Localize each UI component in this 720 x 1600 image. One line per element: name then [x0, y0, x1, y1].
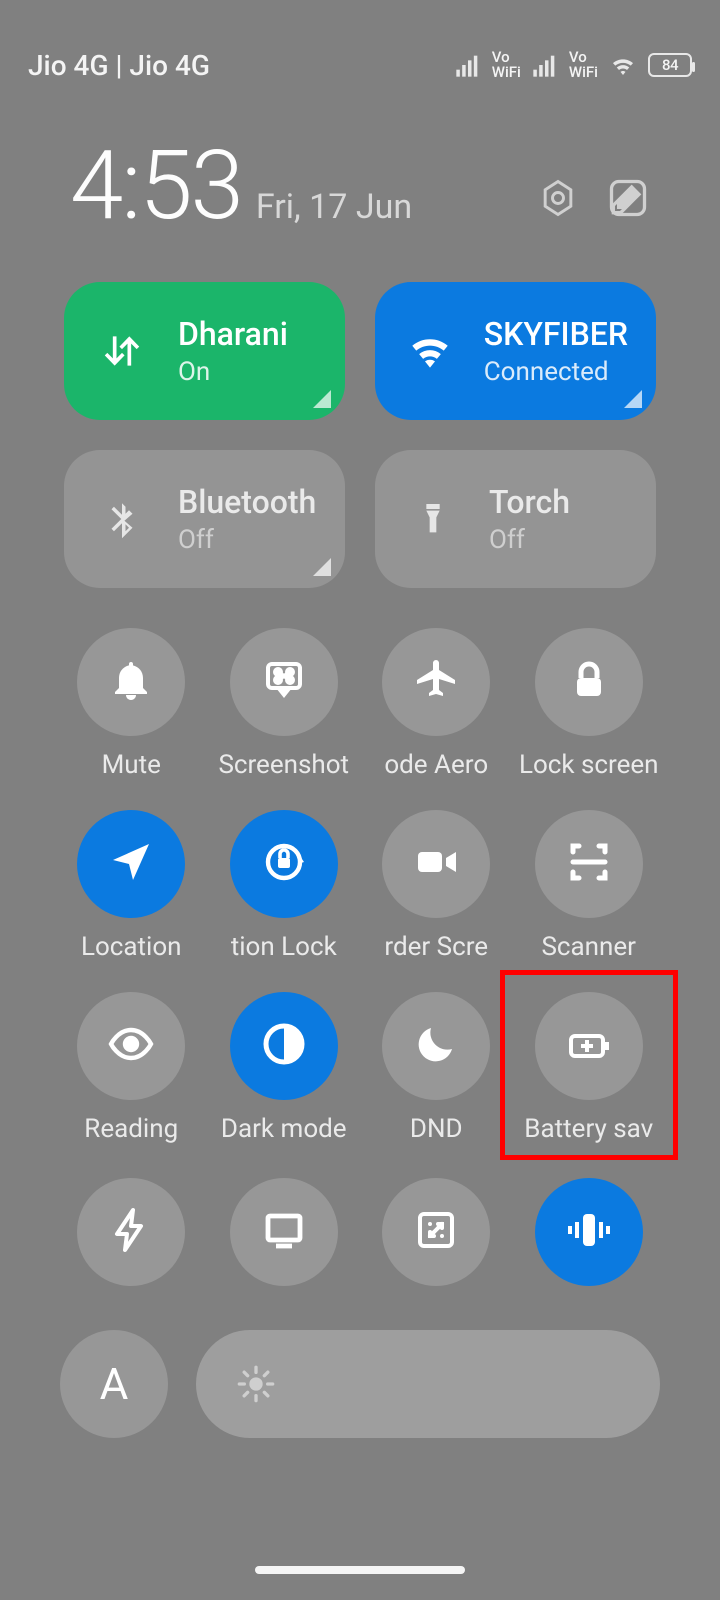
toggle-item-bell: Mute: [60, 628, 203, 780]
expand-indicator: [313, 558, 331, 576]
toggle-item-scanner: Scanner: [518, 810, 661, 962]
clock-time: 4:53: [70, 130, 242, 242]
toggle-bell[interactable]: [77, 628, 185, 736]
toggle-item-airplane: ode Aero: [365, 628, 508, 780]
toggle-label: Mute: [102, 750, 161, 780]
toggle-rotation[interactable]: [230, 810, 338, 918]
settings-icon[interactable]: [536, 176, 580, 224]
toggle-item-screenshot: Screenshot: [213, 628, 356, 780]
toggle-label: Reading: [84, 1114, 178, 1144]
toggle-label: Battery sav: [524, 1114, 653, 1144]
vibrate-icon: [565, 1206, 613, 1258]
expand-indicator: [313, 390, 331, 408]
toggle-item-video: rder Scre: [365, 810, 508, 962]
clock-date: Fri, 17 Jun: [256, 187, 412, 241]
tile-sub: On: [178, 357, 288, 387]
window-icon: [412, 1206, 460, 1258]
toggle-window[interactable]: [382, 1178, 490, 1286]
tile-title: Dharani: [178, 315, 288, 353]
auto-brightness-button[interactable]: A: [60, 1330, 168, 1438]
toggle-darkmode[interactable]: [230, 992, 338, 1100]
bell-icon: [107, 656, 155, 708]
status-bar: Jio 4G | Jio 4G VoWiFi VoWiFi 84: [0, 0, 720, 130]
toggle-bolt[interactable]: [77, 1178, 185, 1286]
tile-sub: Off: [178, 525, 316, 555]
status-icons: VoWiFi VoWiFi 84: [454, 50, 692, 80]
brightness-row: A: [0, 1286, 720, 1438]
bluetooth-icon: [92, 498, 152, 540]
bottom-item-vibrate: [518, 1178, 661, 1286]
location-icon: [107, 838, 155, 890]
toggle-item-darkmode: Dark mode: [213, 992, 356, 1144]
toggle-label: DND: [410, 1114, 463, 1144]
edit-icon[interactable]: [606, 176, 650, 224]
toggle-label: Lock screen: [519, 750, 659, 780]
toggle-eye[interactable]: [77, 992, 185, 1100]
toggle-vibrate[interactable]: [535, 1178, 643, 1286]
tile-skyfiber[interactable]: SKYFIBER Connected: [375, 282, 656, 420]
toggle-scanner[interactable]: [535, 810, 643, 918]
carrier-label: Jio 4G | Jio 4G: [28, 49, 210, 82]
bottom-item-cast: [213, 1178, 356, 1286]
toggle-airplane[interactable]: [382, 628, 490, 736]
battery-plus-icon: [565, 1020, 613, 1072]
toggle-moon[interactable]: [382, 992, 490, 1100]
vowifi-label-2: VoWiFi: [569, 50, 598, 80]
torch-icon: [403, 499, 463, 539]
toggle-video[interactable]: [382, 810, 490, 918]
toggle-label: ode Aero: [384, 750, 488, 780]
toggle-location[interactable]: [77, 810, 185, 918]
toggle-battery-plus[interactable]: [535, 992, 643, 1100]
tile-bluetooth[interactable]: Bluetooth Off: [64, 450, 345, 588]
toggle-lock[interactable]: [535, 628, 643, 736]
nav-indicator[interactable]: [255, 1566, 465, 1574]
airplane-icon: [412, 656, 460, 708]
tile-sub: Off: [489, 525, 570, 555]
toggle-item-battery-plus: Battery sav: [518, 992, 661, 1144]
toggle-label: Screenshot: [218, 750, 349, 780]
toggle-label: Dark mode: [221, 1114, 347, 1144]
signal-icon: [454, 51, 482, 79]
wifi-icon: [403, 326, 458, 376]
video-icon: [412, 838, 460, 890]
screenshot-icon: [260, 656, 308, 708]
darkmode-icon: [260, 1020, 308, 1072]
tile-sub: Connected: [484, 357, 628, 387]
toggle-item-location: Location: [60, 810, 203, 962]
tile-title: SKYFIBER: [484, 315, 628, 353]
tile-title: Bluetooth: [178, 483, 316, 521]
toggle-label: Scanner: [541, 932, 636, 962]
battery-indicator: 84: [648, 53, 692, 77]
toggle-label: rder Scre: [384, 932, 488, 962]
toggle-screenshot[interactable]: [230, 628, 338, 736]
moon-icon: [412, 1020, 460, 1072]
toggle-label: tion Lock: [231, 932, 337, 962]
bolt-icon: [107, 1206, 155, 1258]
vowifi-label-1: VoWiFi: [492, 50, 521, 80]
scanner-icon: [565, 838, 613, 890]
expand-indicator: [624, 390, 642, 408]
clock-row: 4:53 Fri, 17 Jun: [0, 130, 720, 242]
cast-icon: [260, 1206, 308, 1258]
toggle-item-rotation: tion Lock: [213, 810, 356, 962]
toggle-item-moon: DND: [365, 992, 508, 1144]
brightness-sun-icon: [236, 1364, 276, 1408]
toggle-item-eye: Reading: [60, 992, 203, 1144]
data-arrows-icon: [92, 329, 152, 373]
toggle-label: Location: [81, 932, 182, 962]
lock-icon: [565, 656, 613, 708]
eye-icon: [107, 1020, 155, 1072]
bottom-item-window: [365, 1178, 508, 1286]
toggle-cast[interactable]: [230, 1178, 338, 1286]
toggle-item-lock: Lock screen: [518, 628, 661, 780]
rotation-icon: [260, 838, 308, 890]
tile-title: Torch: [489, 483, 570, 521]
bottom-item-bolt: [60, 1178, 203, 1286]
tile-dharani[interactable]: Dharani On: [64, 282, 345, 420]
tile-torch[interactable]: Torch Off: [375, 450, 656, 588]
brightness-slider[interactable]: [196, 1330, 660, 1438]
signal-icon-2: [531, 51, 559, 79]
wifi-status-icon: [608, 50, 638, 80]
